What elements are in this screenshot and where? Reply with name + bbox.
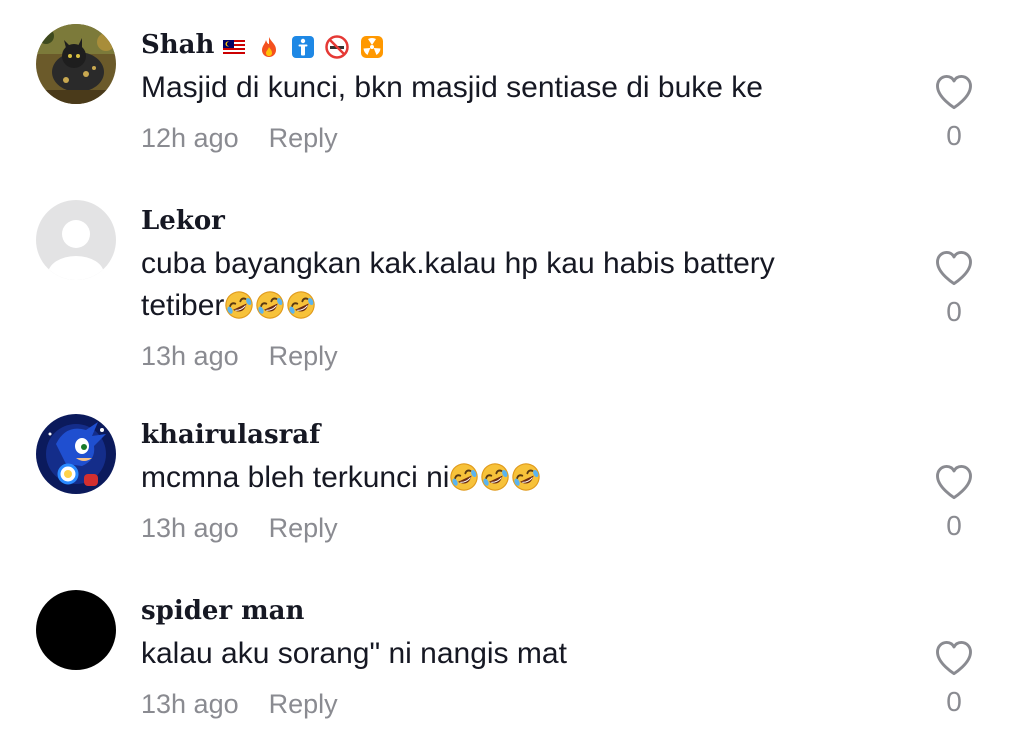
reply-button[interactable]: Reply [269, 341, 338, 371]
radioactive-icon [360, 35, 383, 58]
comment-meta: 12h ago Reply [141, 122, 338, 154]
reply-button[interactable]: Reply [269, 689, 338, 719]
like-count: 0 [946, 296, 962, 327]
user-avatar[interactable] [36, 414, 116, 494]
like-button[interactable]: 0 [930, 460, 978, 542]
like-count: 0 [946, 686, 962, 717]
like-count: 0 [946, 510, 962, 541]
comment-username[interactable]: Lekor [141, 206, 225, 236]
comment-meta: 13h ago Reply [141, 340, 338, 372]
rofl-emoji [511, 462, 541, 492]
comment-meta: 13h ago Reply [141, 688, 338, 720]
comment-meta: 13h ago Reply [141, 512, 338, 544]
comment-time: 13h ago [141, 513, 239, 543]
fire-icon [261, 36, 276, 57]
comment-time: 13h ago [141, 689, 239, 719]
malaysia-flag-icon [223, 39, 246, 54]
user-badges [222, 31, 385, 61]
comment-text: mcmna bleh terkunci ni [141, 457, 901, 499]
rofl-emoji [286, 290, 316, 320]
like-count: 0 [946, 120, 962, 151]
reply-button[interactable]: Reply [269, 123, 338, 153]
rofl-emoji [449, 462, 479, 492]
comment-time: 13h ago [141, 341, 239, 371]
default-avatar-icon [36, 200, 116, 280]
comment-time: 12h ago [141, 123, 239, 153]
user-avatar[interactable] [36, 590, 116, 670]
heart-icon [932, 460, 976, 504]
user-avatar[interactable] [36, 24, 116, 104]
comment-text: kalau aku sorang" ni nangis mat [141, 637, 567, 670]
heart-icon [932, 70, 976, 114]
rofl-emoji [224, 290, 254, 320]
comment-username[interactable]: Shah [141, 30, 386, 61]
like-button[interactable]: 0 [930, 70, 978, 152]
comment-text: Masjid di kunci, bkn masjid sentiase di … [141, 71, 763, 104]
comment-username[interactable]: khairulasraf [141, 420, 320, 450]
like-button[interactable]: 0 [930, 636, 978, 718]
comment-username[interactable]: spider man [141, 596, 304, 626]
rofl-emoji [480, 462, 510, 492]
rofl-emoji [255, 290, 285, 320]
person-info-icon [291, 35, 314, 58]
reply-button[interactable]: Reply [269, 513, 338, 543]
user-avatar[interactable] [36, 200, 116, 280]
comment-text-line: tetiber [141, 285, 901, 327]
comment-text-line: cuba bayangkan kak.kalau hp kau habis ba… [141, 247, 775, 280]
comment-text: cuba bayangkan kak.kalau hp kau habis ba… [141, 243, 901, 327]
no-smoking-icon [325, 34, 349, 59]
heart-icon [932, 246, 976, 290]
heart-icon [932, 636, 976, 680]
like-button[interactable]: 0 [930, 246, 978, 328]
